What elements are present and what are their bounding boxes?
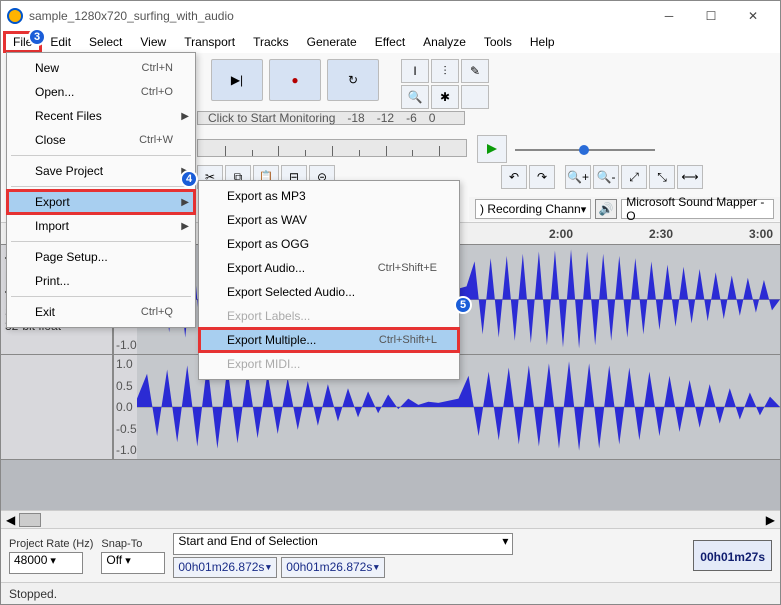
redo-icon[interactable]: ↷ bbox=[529, 165, 555, 189]
loop-button[interactable]: ↻ bbox=[327, 59, 379, 101]
play-button[interactable] bbox=[477, 135, 507, 163]
envelope-tool-icon[interactable]: ⫶ bbox=[431, 59, 459, 83]
file-menu-item[interactable]: ExitCtrl+Q bbox=[7, 300, 195, 324]
status-text: Stopped. bbox=[9, 587, 57, 601]
selection-start-time[interactable]: 00h01m26.872s▾ bbox=[173, 557, 277, 578]
menu-help[interactable]: Help bbox=[522, 33, 563, 51]
zoom-in-icon[interactable]: 🔍+ bbox=[565, 165, 591, 189]
maximize-button[interactable]: ☐ bbox=[690, 2, 732, 30]
export-menu-item[interactable]: Export as OGG bbox=[199, 232, 459, 256]
zoom-tool-icon[interactable]: 🔍 bbox=[401, 85, 429, 109]
file-menu-item[interactable]: CloseCtrl+W bbox=[7, 128, 195, 152]
selection-end-time[interactable]: 00h01m26.872s▾ bbox=[281, 557, 385, 578]
window-title: sample_1280x720_surfing_with_audio bbox=[29, 9, 648, 23]
menu-bar: File Edit Select View Transport Tracks G… bbox=[1, 31, 780, 53]
track-panel-lower bbox=[1, 355, 113, 459]
zoom-out-icon[interactable]: 🔍- bbox=[593, 165, 619, 189]
audio-position-display[interactable]: 00h01m27s bbox=[693, 540, 772, 571]
file-menu-item[interactable]: NewCtrl+N bbox=[7, 56, 195, 80]
skip-end-button[interactable]: ▶| bbox=[211, 59, 263, 101]
menu-edit[interactable]: Edit bbox=[42, 33, 79, 51]
record-button[interactable]: ● bbox=[269, 59, 321, 101]
file-menu-item[interactable]: Open...Ctrl+O bbox=[7, 80, 195, 104]
meter-click-label: Click to Start Monitoring bbox=[208, 111, 335, 125]
recording-channel-select[interactable]: ) Recording Chann ▾ bbox=[475, 199, 591, 219]
app-icon bbox=[7, 8, 23, 24]
selection-tool-icon[interactable]: I bbox=[401, 59, 429, 83]
export-menu-item: Export MIDI... bbox=[199, 352, 459, 376]
annotation-badge-5: 5 bbox=[454, 296, 472, 314]
file-menu-item[interactable]: Print... bbox=[7, 269, 195, 293]
file-menu-item[interactable]: Save Project▶ bbox=[7, 159, 195, 183]
minimize-button[interactable]: ─ bbox=[648, 2, 690, 30]
zoom-fit-proj-icon[interactable]: ⤡ bbox=[649, 165, 675, 189]
menu-effect[interactable]: Effect bbox=[367, 33, 413, 51]
zoom-fit-sel-icon[interactable]: ⤢ bbox=[621, 165, 647, 189]
selection-toolbar: Project Rate (Hz) 48000 ▾ Snap-To Off ▾ … bbox=[1, 528, 780, 582]
menu-view[interactable]: View bbox=[132, 33, 174, 51]
export-menu-item[interactable]: Export as MP3 bbox=[199, 184, 459, 208]
timeshift-tool-icon[interactable]: ✱ bbox=[431, 85, 459, 109]
annotation-badge-4: 4 bbox=[180, 170, 198, 188]
export-menu-item[interactable]: Export Audio...Ctrl+Shift+E bbox=[199, 256, 459, 280]
project-rate-label: Project Rate (Hz) bbox=[9, 538, 93, 550]
multi-tool-icon[interactable] bbox=[461, 85, 489, 109]
draw-tool-icon[interactable]: ✎ bbox=[461, 59, 489, 83]
selection-mode-select[interactable]: Start and End of Selection ▾ bbox=[173, 533, 513, 555]
snap-to-label: Snap-To bbox=[101, 538, 165, 550]
menu-tools[interactable]: Tools bbox=[476, 33, 520, 51]
export-menu-item[interactable]: Export Multiple...Ctrl+Shift+L bbox=[199, 328, 459, 352]
playback-device-select[interactable]: Microsoft Sound Mapper - O bbox=[621, 199, 774, 219]
playback-speed-slider[interactable] bbox=[515, 141, 655, 159]
menu-select[interactable]: Select bbox=[81, 33, 130, 51]
menu-analyze[interactable]: Analyze bbox=[415, 33, 474, 51]
playback-meter[interactable] bbox=[197, 139, 467, 157]
file-menu-item[interactable]: Page Setup... bbox=[7, 245, 195, 269]
export-submenu: Export as MP3Export as WAVExport as OGGE… bbox=[198, 180, 460, 380]
menu-tracks[interactable]: Tracks bbox=[245, 33, 297, 51]
scrollbar-thumb[interactable] bbox=[19, 513, 41, 527]
export-menu-item[interactable]: Export as WAV bbox=[199, 208, 459, 232]
recording-meter[interactable]: Click to Start Monitoring -18 -12 -6 0 bbox=[197, 111, 465, 125]
close-button[interactable]: ✕ bbox=[732, 2, 774, 30]
export-menu-item: Export Labels... bbox=[199, 304, 459, 328]
file-menu-item[interactable]: Recent Files▶ bbox=[7, 104, 195, 128]
annotation-badge-3: 3 bbox=[28, 28, 46, 46]
title-bar: sample_1280x720_surfing_with_audio ─ ☐ ✕ bbox=[1, 1, 780, 31]
export-menu-item[interactable]: Export Selected Audio... bbox=[199, 280, 459, 304]
horizontal-scrollbar[interactable]: ◀ ▶ bbox=[1, 510, 780, 528]
file-menu-item[interactable]: Import▶ bbox=[7, 214, 195, 238]
file-dropdown-menu: NewCtrl+NOpen...Ctrl+ORecent Files▶Close… bbox=[6, 52, 196, 328]
menu-transport[interactable]: Transport bbox=[176, 33, 243, 51]
snap-to-select[interactable]: Off ▾ bbox=[101, 552, 165, 574]
amplitude-scale: 1.00.50.0-0.5-1.0 bbox=[113, 355, 137, 459]
undo-icon[interactable]: ↶ bbox=[501, 165, 527, 189]
status-bar: Stopped. bbox=[1, 582, 780, 604]
file-menu-item[interactable]: Export▶ bbox=[7, 190, 195, 214]
menu-generate[interactable]: Generate bbox=[299, 33, 365, 51]
speaker-icon: 🔊 bbox=[595, 199, 617, 219]
zoom-toggle-icon[interactable]: ⟷ bbox=[677, 165, 703, 189]
project-rate-select[interactable]: 48000 ▾ bbox=[9, 552, 83, 574]
